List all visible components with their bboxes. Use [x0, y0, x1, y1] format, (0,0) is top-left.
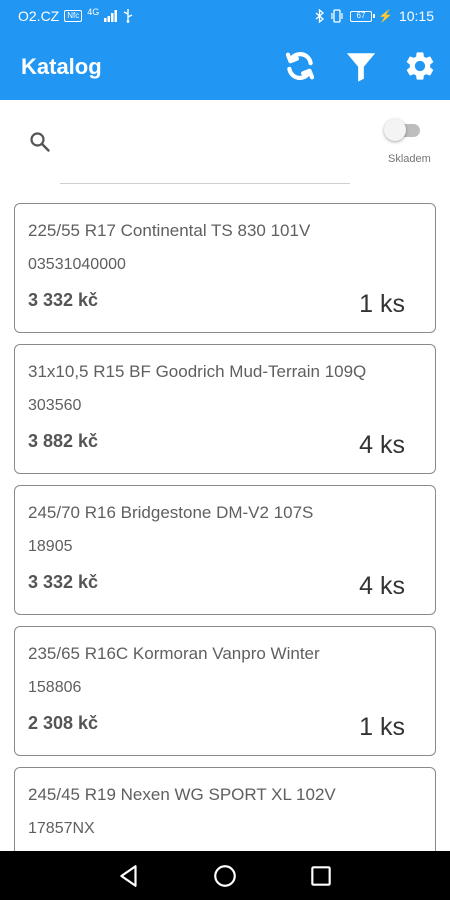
app-title: Katalog: [21, 54, 102, 79]
settings-icon[interactable]: [403, 49, 437, 83]
product-card[interactable]: 31x10,5 R15 BF Goodrich Mud-Terrain 109Q…: [14, 344, 436, 474]
battery-icon: 67: [350, 10, 375, 22]
product-card[interactable]: 225/55 R17 Continental TS 830 101V 03531…: [14, 203, 436, 333]
product-code: 17857NX: [28, 820, 95, 837]
search-icon: [30, 132, 50, 152]
recent-apps-icon[interactable]: [308, 863, 334, 889]
product-quantity: 4 ks: [359, 572, 405, 600]
stock-toggle-label: Skladem: [388, 153, 431, 165]
product-code: 03531040000: [28, 256, 126, 273]
product-code: 303560: [28, 397, 82, 414]
app-bar: Katalog: [0, 32, 450, 100]
navigation-bar: [0, 851, 450, 900]
filter-icon[interactable]: [344, 49, 378, 83]
signal-icon: 4G: [87, 7, 100, 17]
stock-toggle[interactable]: [384, 118, 424, 142]
product-quantity: 1 ks: [359, 713, 405, 741]
nfc-badge: Nfc: [64, 10, 83, 22]
product-name: 245/70 R16 Bridgestone DM-V2 107S: [28, 503, 314, 522]
toggle-thumb: [384, 119, 406, 141]
product-price: 3 882 kč: [28, 431, 99, 451]
refresh-icon[interactable]: [283, 49, 317, 83]
product-price: 2 308 kč: [28, 713, 99, 733]
signal-bars-icon: [104, 10, 118, 22]
usb-icon: [123, 9, 133, 23]
product-name: 235/65 R16C Kormoran Vanpro Winter: [28, 644, 320, 663]
bluetooth-icon: [315, 9, 324, 23]
charging-icon: ⚡: [378, 9, 393, 23]
back-icon[interactable]: [116, 863, 142, 889]
product-card[interactable]: 235/65 R16C Kormoran Vanpro Winter 15880…: [14, 626, 436, 756]
clock: 10:15: [398, 8, 434, 24]
product-price: 3 332 kč: [28, 290, 99, 310]
product-code: 18905: [28, 538, 73, 555]
vibrate-icon: [331, 9, 343, 23]
carrier-label: O2.CZ: [18, 8, 60, 24]
product-name: 225/55 R17 Continental TS 830 101V: [28, 221, 311, 240]
product-card[interactable]: 245/70 R16 Bridgestone DM-V2 107S 18905 …: [14, 485, 436, 615]
product-quantity: 1 ks: [359, 290, 405, 318]
home-icon[interactable]: [212, 863, 238, 889]
product-name: 245/45 R19 Nexen WG SPORT XL 102V: [28, 785, 336, 804]
search-underline: [60, 183, 350, 184]
search-input[interactable]: [60, 125, 354, 177]
status-bar: O2.CZ Nfc 4G 67 ⚡ 10:15: [0, 0, 450, 32]
product-name: 31x10,5 R15 BF Goodrich Mud-Terrain 109Q: [28, 362, 367, 381]
product-quantity: 4 ks: [359, 431, 405, 459]
product-code: 158806: [28, 679, 82, 696]
product-price: 3 332 kč: [28, 572, 99, 592]
